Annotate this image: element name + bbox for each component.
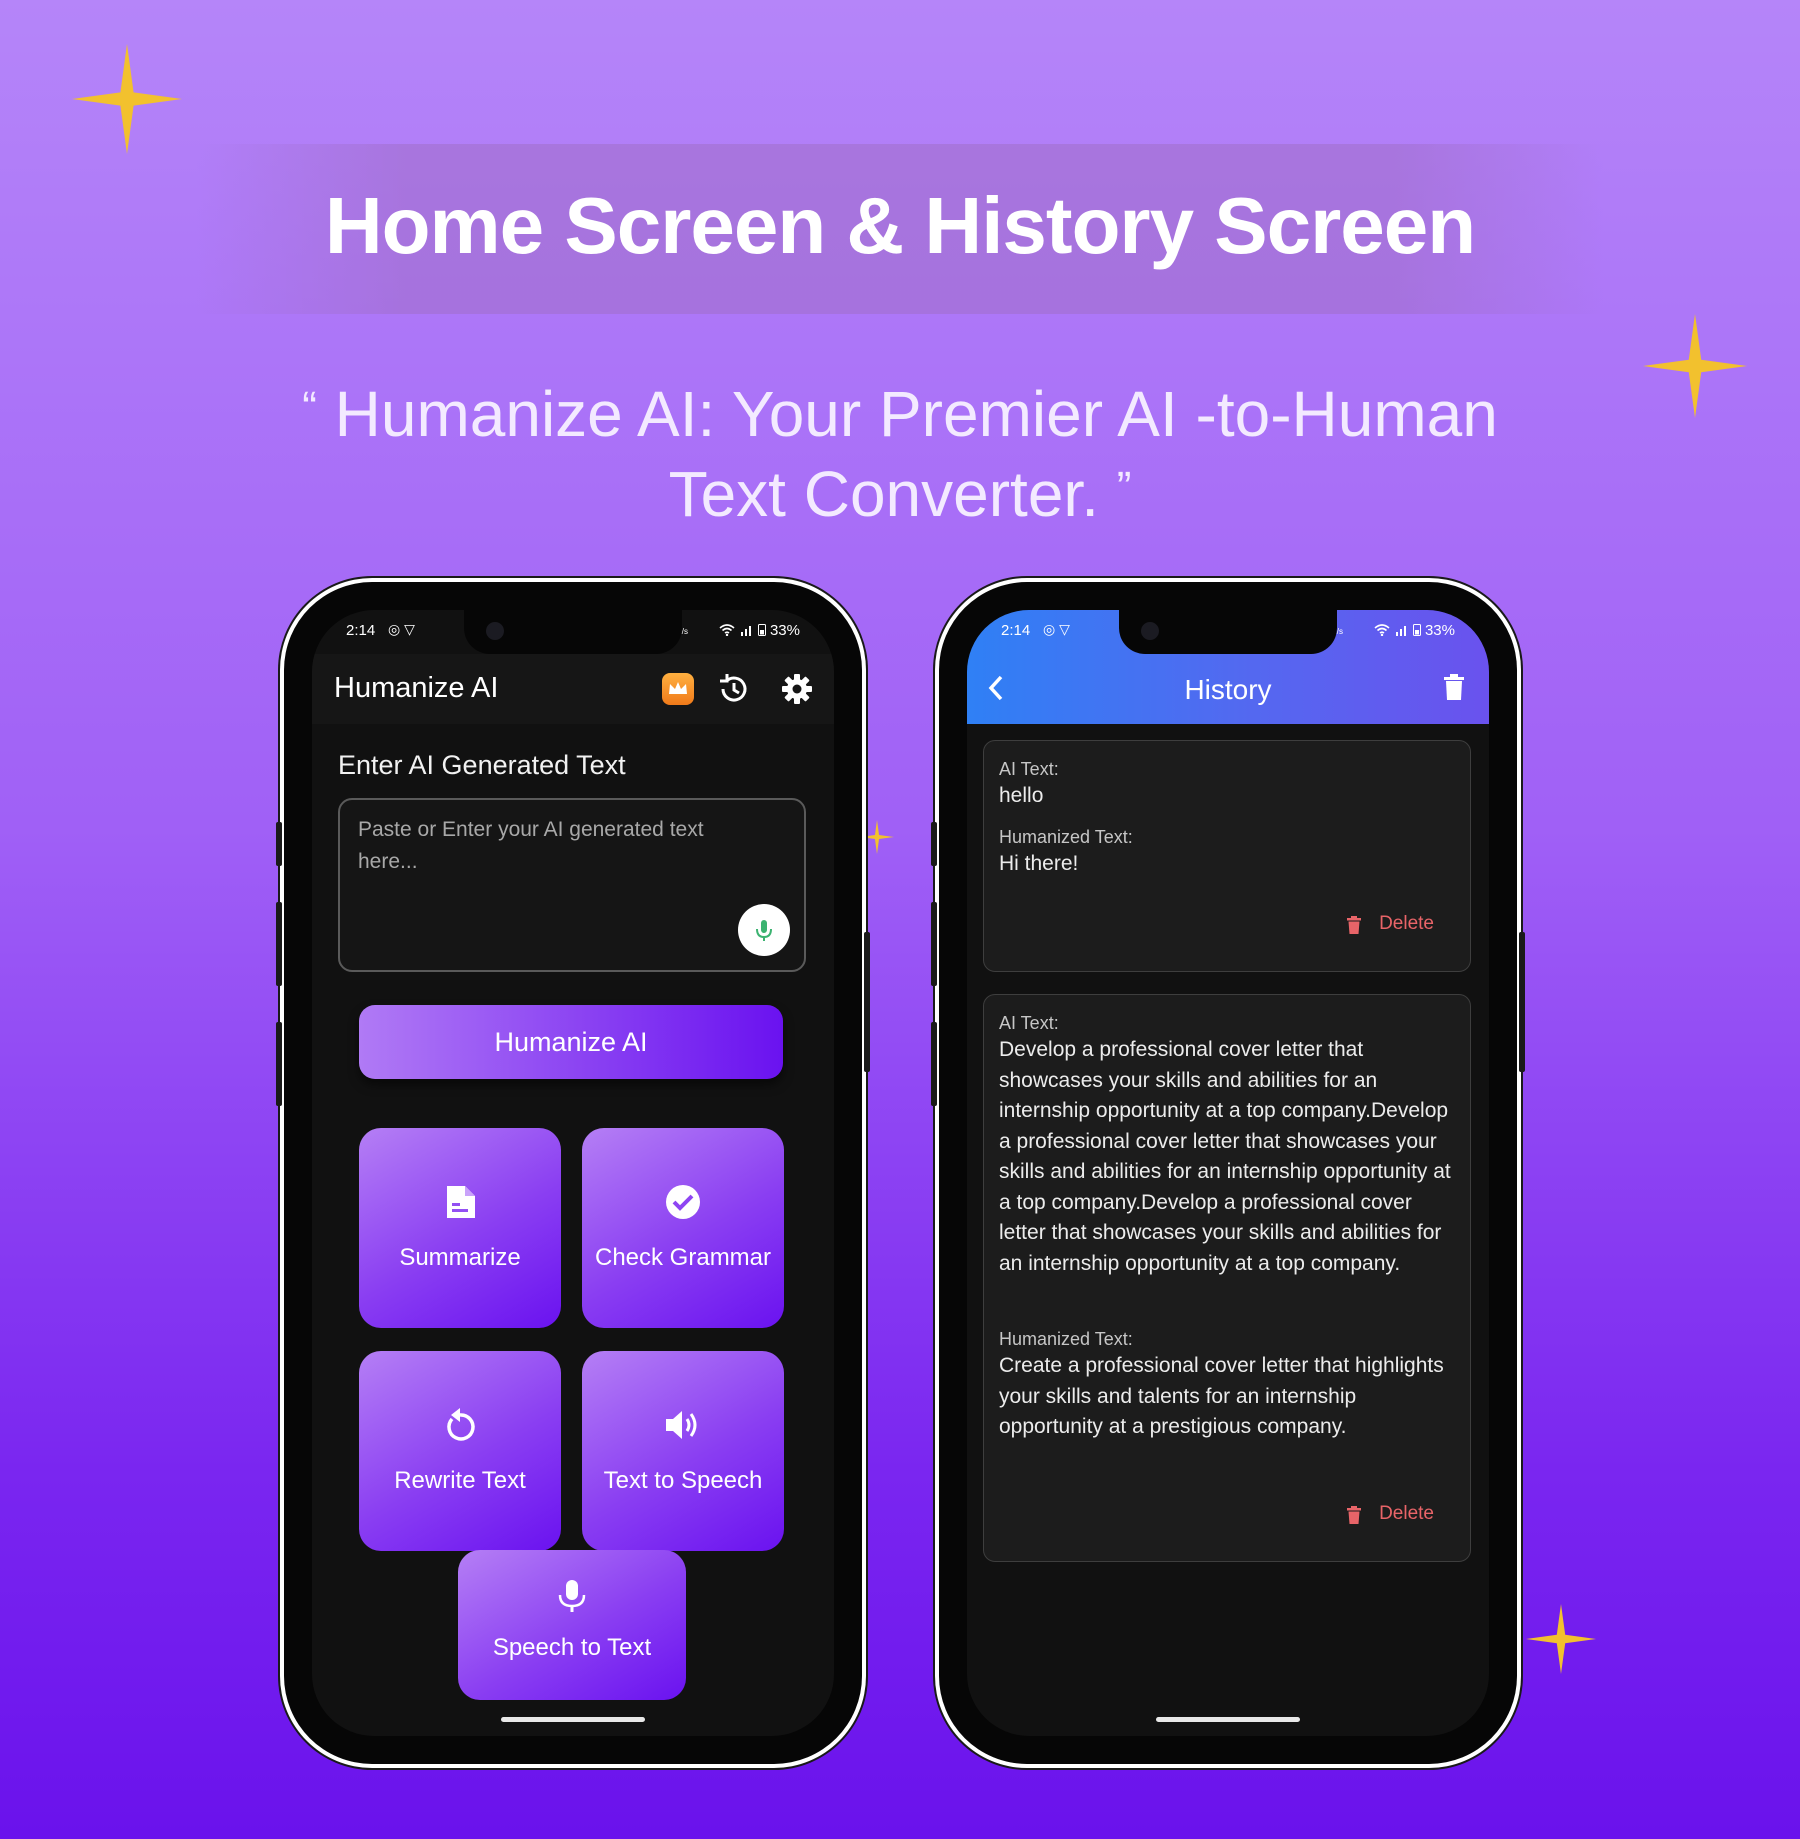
notification-icons: ◎ ▽ xyxy=(388,621,415,637)
phone-side-button xyxy=(931,902,937,986)
tile-label: Check Grammar xyxy=(594,1244,772,1271)
phone-side-button xyxy=(276,822,282,866)
phone-side-button xyxy=(276,1022,282,1106)
check-grammar-tile[interactable]: Check Grammar xyxy=(582,1128,784,1328)
humanized-text-label: Humanized Text: xyxy=(999,1329,1133,1349)
humanized-text-label: Humanized Text: xyxy=(999,827,1133,847)
wifi-icon xyxy=(719,624,735,637)
rotate-icon xyxy=(447,1408,475,1441)
speech-to-text-tile[interactable]: Speech to Text xyxy=(458,1550,686,1700)
input-label: Enter AI Generated Text xyxy=(338,750,626,780)
tagline-line-2: Text Converter. xyxy=(668,458,1099,530)
phone-side-button xyxy=(864,932,870,1072)
humanize-button[interactable]: Humanize AI xyxy=(359,1005,783,1079)
status-right: 33% xyxy=(1374,622,1455,639)
phone-notch xyxy=(1119,610,1337,654)
delete-icon[interactable] xyxy=(1346,915,1362,935)
front-camera xyxy=(486,622,504,640)
phone-side-button xyxy=(276,902,282,986)
speaker-icon xyxy=(666,1411,697,1439)
status-time: 2:14 xyxy=(1001,622,1031,639)
ai-text-label: AI Text: xyxy=(999,759,1059,779)
front-camera xyxy=(1141,622,1159,640)
close-quote: ” xyxy=(1116,463,1132,512)
history-screen: History 2:14 ◎ ▽ 0KB/s 33% AI Text: hell… xyxy=(967,610,1489,1736)
app-bar: Humanize AI xyxy=(312,654,834,724)
sparkle-star-icon xyxy=(72,44,182,154)
check-circle-icon xyxy=(666,1185,700,1219)
voice-input-button[interactable] xyxy=(738,904,790,956)
ai-text-value: hello xyxy=(999,784,1044,807)
phone-side-button xyxy=(931,1022,937,1106)
home-indicator[interactable] xyxy=(1156,1717,1300,1722)
battery-icon xyxy=(1412,624,1421,636)
app-title: Humanize AI xyxy=(334,672,499,704)
battery-icon xyxy=(757,624,766,636)
delete-button[interactable]: Delete xyxy=(1379,1503,1434,1525)
history-icon[interactable] xyxy=(717,672,751,706)
tile-label: Speech to Text xyxy=(492,1634,652,1661)
phone-side-button xyxy=(931,822,937,866)
document-icon xyxy=(447,1186,475,1218)
history-title: History xyxy=(1184,674,1272,705)
premium-crown-icon[interactable] xyxy=(662,673,694,705)
home-screen: 2:14 ◎ ▽ 0KB/s 33% Humanize AI Enter AI … xyxy=(312,610,834,1736)
tile-label: Rewrite Text xyxy=(394,1467,526,1494)
mic-icon xyxy=(756,920,772,941)
battery-level: 33% xyxy=(1424,622,1455,639)
open-quote: “ xyxy=(302,383,317,432)
history-card: AI Text: hello Humanized Text: Hi there!… xyxy=(983,740,1471,972)
text-to-speech-tile[interactable]: Text to Speech xyxy=(582,1351,784,1551)
trash-icon[interactable] xyxy=(1441,672,1467,702)
home-phone-frame: 2:14 ◎ ▽ 0KB/s 33% Humanize AI Enter AI … xyxy=(276,582,870,1764)
rewrite-text-tile[interactable]: Rewrite Text xyxy=(359,1351,561,1551)
history-card: AI Text: Develop a professional cover le… xyxy=(983,994,1471,1562)
settings-gear-icon[interactable] xyxy=(780,672,814,706)
signal-icon xyxy=(1395,626,1406,636)
tile-label: Summarize xyxy=(399,1244,521,1271)
tagline-line-1: Humanize AI: Your Premier AI -to-Human xyxy=(334,378,1498,450)
sparkle-star-icon xyxy=(1643,314,1747,418)
phone-side-button xyxy=(1519,932,1525,1072)
summarize-tile[interactable]: Summarize xyxy=(359,1128,561,1328)
ai-text-input-box xyxy=(338,798,806,972)
ai-text-value: Develop a professional cover letter that… xyxy=(999,1038,1451,1275)
tile-label: Text to Speech xyxy=(603,1467,763,1494)
ai-text-input[interactable] xyxy=(358,814,758,904)
delete-button[interactable]: Delete xyxy=(1379,913,1434,935)
page-title: Home Screen & History Screen xyxy=(324,181,1476,270)
tagline: “ Humanize AI: Your Premier AI -to-Human… xyxy=(250,374,1550,534)
humanized-text-value: Create a professional cover letter that … xyxy=(999,1354,1444,1438)
delete-icon[interactable] xyxy=(1346,1505,1362,1525)
wifi-icon xyxy=(1374,624,1390,637)
mic-icon xyxy=(558,1580,586,1612)
battery-level: 33% xyxy=(769,622,800,639)
notification-icons: ◎ ▽ xyxy=(1043,621,1070,637)
humanized-text-value: Hi there! xyxy=(999,852,1079,875)
status-time: 2:14 xyxy=(346,622,376,639)
sparkle-star-icon xyxy=(1526,1604,1596,1674)
status-right: 33% xyxy=(719,622,800,639)
signal-icon xyxy=(740,626,751,636)
home-indicator[interactable] xyxy=(501,1717,645,1722)
ai-text-label: AI Text: xyxy=(999,1013,1059,1033)
sparkle-star-icon xyxy=(860,820,894,854)
history-phone-frame: History 2:14 ◎ ▽ 0KB/s 33% AI Text: hell… xyxy=(931,582,1525,1764)
phone-notch xyxy=(464,610,682,654)
